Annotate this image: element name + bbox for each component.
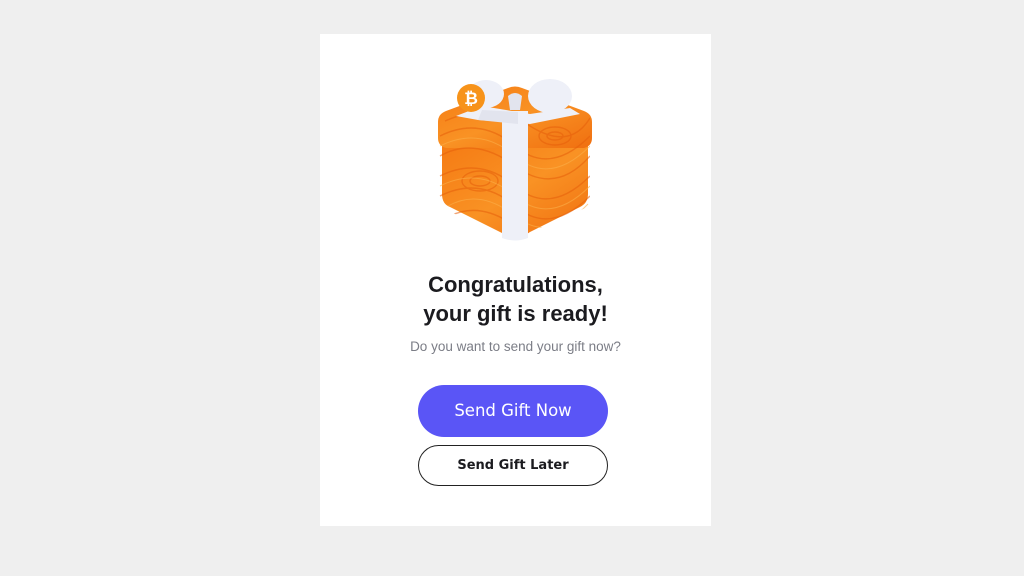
svg-text:₿: ₿ <box>464 89 478 109</box>
gift-dialog: ₿ Congratulations, your gift is ready! D… <box>320 34 711 526</box>
dialog-title: Congratulations, your gift is ready! <box>320 270 711 328</box>
send-gift-later-button[interactable]: Send Gift Later <box>418 445 608 486</box>
gift-box-icon: ₿ <box>438 79 592 241</box>
dialog-subtitle: Do you want to send your gift now? <box>410 339 621 354</box>
title-line-2: your gift is ready! <box>423 301 608 326</box>
title-line-1: Congratulations, <box>428 272 603 297</box>
send-gift-now-button[interactable]: Send Gift Now <box>418 385 608 437</box>
gift-illustration: ₿ <box>420 76 610 246</box>
bitcoin-icon: ₿ <box>457 84 485 112</box>
